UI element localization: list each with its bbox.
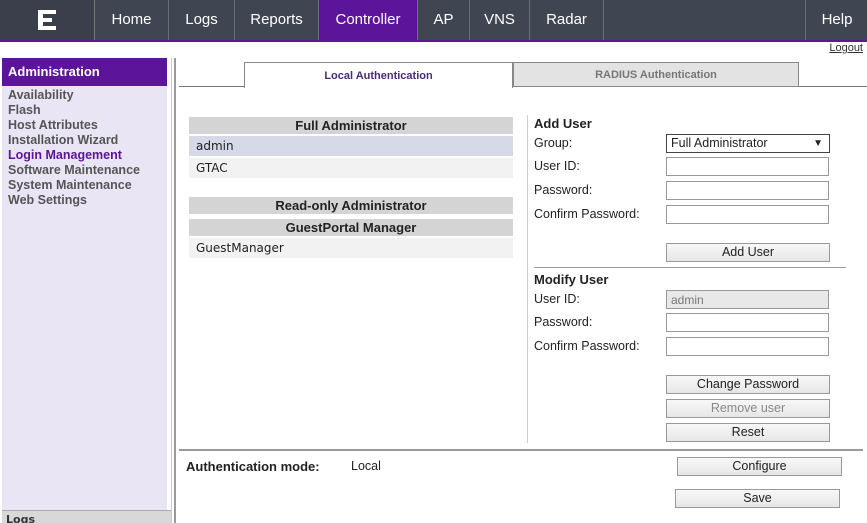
dropdown-arrow-icon: ▼ <box>813 138 823 149</box>
nav-logs[interactable]: Logs <box>169 0 235 40</box>
sidebar: Administration Availability Flash Host A… <box>2 58 171 523</box>
extreme-logo-icon <box>38 10 56 30</box>
sidebar-logs-section[interactable]: Logs <box>2 510 171 523</box>
add-user-title: Add User <box>534 116 592 131</box>
user-row-admin[interactable]: admin <box>189 136 513 156</box>
auth-mode-value: Local <box>351 459 381 473</box>
group-label: Group: <box>534 136 573 150</box>
brand-logo[interactable] <box>0 0 95 40</box>
sidebar-title: Administration <box>2 58 167 86</box>
sidebar-item-software-maintenance[interactable]: Software Maintenance <box>8 163 167 178</box>
divider <box>171 58 172 523</box>
column-divider <box>527 115 528 443</box>
save-button[interactable]: Save <box>675 489 840 508</box>
sidebar-item-web-settings[interactable]: Web Settings <box>8 193 167 208</box>
modify-userid-label: User ID: <box>534 292 580 306</box>
sidebar-item-host-attributes[interactable]: Host Attributes <box>8 118 167 133</box>
tab-local-authentication[interactable]: Local Authentication <box>244 62 513 88</box>
add-userid-input[interactable] <box>666 157 829 176</box>
nav-controller[interactable]: Controller <box>319 0 418 40</box>
group-select-value: Full Administrator <box>671 136 768 150</box>
add-confirm-label: Confirm Password: <box>534 207 640 221</box>
add-password-label: Password: <box>534 183 593 197</box>
auth-mode-label: Authentication mode: <box>186 459 320 474</box>
group-header-readonly-admin: Read-only Administrator <box>189 197 513 214</box>
modify-password-label: Password: <box>534 315 593 329</box>
nav-vns[interactable]: VNS <box>470 0 530 40</box>
sidebar-item-system-maintenance[interactable]: System Maintenance <box>8 178 167 193</box>
top-nav: Home Logs Reports Controller AP VNS Rada… <box>0 0 867 42</box>
logout-link[interactable]: Logout <box>829 42 863 54</box>
sidebar-item-flash[interactable]: Flash <box>8 103 167 118</box>
group-select[interactable]: Full Administrator ▼ <box>666 134 830 153</box>
reset-button[interactable]: Reset <box>666 423 830 442</box>
nav-reports[interactable]: Reports <box>235 0 319 40</box>
configure-button[interactable]: Configure <box>677 457 842 476</box>
modify-password-input[interactable] <box>666 313 829 332</box>
nav-ap[interactable]: AP <box>418 0 470 40</box>
user-row-gtac[interactable]: GTAC <box>189 158 513 178</box>
add-confirm-input[interactable] <box>666 205 829 224</box>
sidebar-item-login-management[interactable]: Login Management <box>8 148 167 163</box>
add-password-input[interactable] <box>666 181 829 200</box>
divider <box>174 58 176 523</box>
remove-user-button: Remove user <box>666 399 830 418</box>
section-divider <box>534 267 846 268</box>
nav-radar[interactable]: Radar <box>530 0 604 40</box>
nav-home[interactable]: Home <box>95 0 169 40</box>
tab-radius-authentication[interactable]: RADIUS Authentication <box>513 62 799 87</box>
section-divider <box>179 449 863 451</box>
add-userid-label: User ID: <box>534 159 580 173</box>
group-header-guestportal: GuestPortal Manager <box>189 219 513 236</box>
add-user-button[interactable]: Add User <box>666 243 830 262</box>
sidebar-item-installation-wizard[interactable]: Installation Wizard <box>8 133 167 148</box>
modify-confirm-label: Confirm Password: <box>534 339 640 353</box>
user-row-guestmanager[interactable]: GuestManager <box>189 238 513 258</box>
sidebar-item-availability[interactable]: Availability <box>8 88 167 103</box>
nav-help[interactable]: Help <box>805 0 867 40</box>
sidebar-list: Availability Flash Host Attributes Insta… <box>2 86 167 208</box>
modify-userid-input <box>666 290 829 309</box>
modify-user-title: Modify User <box>534 272 609 287</box>
modify-confirm-input[interactable] <box>666 337 829 356</box>
change-password-button[interactable]: Change Password <box>666 375 830 394</box>
group-header-full-admin: Full Administrator <box>189 117 513 134</box>
